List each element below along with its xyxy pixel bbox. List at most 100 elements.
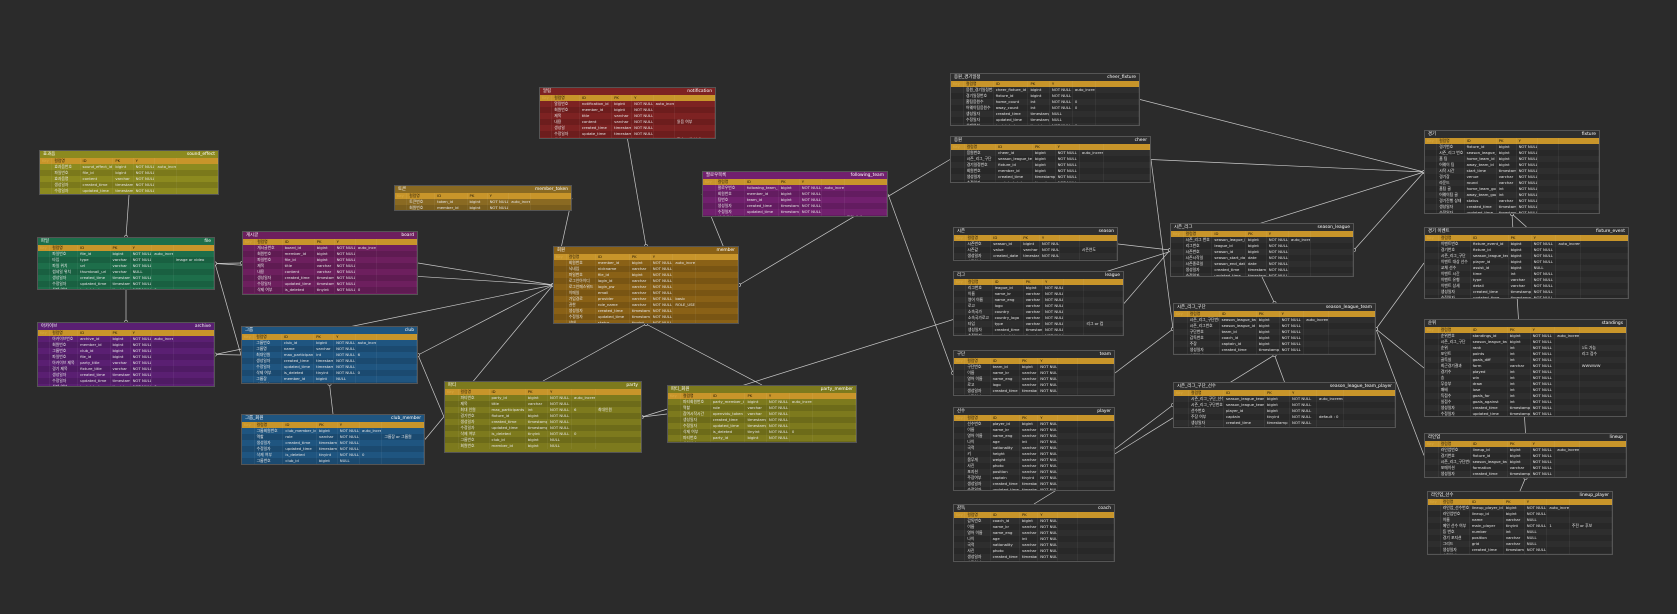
cell: 회원번호 xyxy=(681,441,711,442)
relation-line xyxy=(417,354,445,418)
cell: timestamp xyxy=(1021,259,1040,260)
cell: NOT NULL xyxy=(632,137,654,138)
table-file[interactable]: 파일 file Key 컬럼명 ID PK Y 파일번호 file_id bigint NOT NU… xyxy=(37,237,215,290)
cell: 수정일자 xyxy=(1439,411,1471,416)
cell: timestamp xyxy=(1024,333,1043,335)
table-season[interactable]: 시즌 season Key 컬럼명 ID PK Y 시즌번호 season_id bigint NO… xyxy=(953,227,1118,261)
cell xyxy=(360,464,382,465)
cell xyxy=(1171,273,1184,276)
relation-lines xyxy=(124,99,1528,505)
cell: file_id xyxy=(282,382,315,383)
table-lineup_player[interactable]: 라인업_선수 lineup_player Key 컬럼명 ID PK Y 라인업_선수번호 li… xyxy=(1427,491,1613,555)
table-header: 시즌_리그_구단 season_league_team xyxy=(1174,304,1375,311)
cell: timestamp xyxy=(1504,553,1525,554)
cell xyxy=(1174,426,1189,427)
cell: timestamp xyxy=(1248,273,1267,277)
cell: timestamp xyxy=(1022,487,1039,491)
table-header: 그룹 club xyxy=(242,327,417,334)
cell: updated_time xyxy=(1471,295,1509,298)
table-cheer[interactable]: 응원 cheer Key 컬럼명 ID PK Y 응원번호 cheer_id bigint NOT … xyxy=(950,136,1151,183)
table-club_member[interactable]: 그룹_회원 club_member Key 컬럼명 ID PK Y 그룹회원번호 club_me… xyxy=(241,414,425,465)
table-fixture[interactable]: 경기 fixture Key 컬럼명 ID PK Y 경기번호 fixture_id bigint… xyxy=(1424,130,1600,214)
cell: is_deleted xyxy=(283,287,315,293)
relation-line xyxy=(1274,354,1285,383)
table-board[interactable]: 게시글 board Key 컬럼명 ID PK Y 게시글번호 board_id bigint NO… xyxy=(242,231,418,295)
relation-line xyxy=(542,323,647,382)
cell xyxy=(790,441,813,442)
cell xyxy=(554,320,567,323)
table-member_token[interactable]: 토큰 member_token Key 컬럼명 ID PK Y 토큰번호 token_id big… xyxy=(394,185,572,211)
cell xyxy=(1556,295,1582,298)
table-fixture_event[interactable]: 경기 이벤트 fixture_event Key 컬럼명 ID PK Y 이벤트번호 fixtu… xyxy=(1424,227,1629,299)
table-cheer_fixture[interactable]: 응원_경기일정 cheer_fixture Key 컬럼명 ID PK Y 응원_경기일정번호… xyxy=(950,73,1140,126)
table-standings[interactable]: 순위 standings Key 컬럼명 ID PK Y 순위번호 standings_id bi… xyxy=(1424,319,1627,417)
cell: NOT NULL xyxy=(1531,411,1556,416)
table-party[interactable]: 파티 party Key 컬럼명 ID PK Y 파티번호 party_id bigint NOT … xyxy=(444,381,642,453)
cell xyxy=(356,382,378,383)
cell: NOT NULL xyxy=(1040,259,1060,260)
cell xyxy=(1344,426,1395,427)
table-season_league_team[interactable]: 시즌_리그_구단 season_league_team Key 컬럼명 ID PK Y 시즌_… xyxy=(1173,303,1376,355)
table-sound_effect[interactable]: 효과음 sound_effect Key 컬럼명 ID PK Y 효과음번호 sound_eff… xyxy=(39,150,219,195)
cell: updated_time xyxy=(1224,426,1265,427)
table-english-name: fixture xyxy=(1581,131,1596,137)
cell: 수정일자 xyxy=(965,394,991,395)
cell: NOT NULL xyxy=(336,287,356,293)
table-member[interactable]: 회원 member Key 컬럼명 ID PK Y 회원번호 member_id bigint NO… xyxy=(553,246,739,324)
column-row: 회원번호member_idbigintNULL xyxy=(445,443,641,449)
table-team[interactable]: 구단 team Key 컬럼명 ID PK Y 구단번호 team_id bigint NOT NU… xyxy=(953,350,1115,396)
table-english-name: season_league_team xyxy=(1325,304,1372,310)
cell: status xyxy=(580,137,613,138)
cell xyxy=(703,215,716,216)
cell: is_deleted xyxy=(745,215,779,216)
column-row: 수정일자updated_datetimestampNOT NULL xyxy=(954,259,1117,260)
cell: is_deleted xyxy=(78,287,111,289)
cell: timestamp xyxy=(1033,180,1056,182)
cell xyxy=(954,333,966,335)
cell: tinyint xyxy=(113,194,133,195)
table-header: 게시글 board xyxy=(243,232,417,239)
table-archive[interactable]: 아카이브 archive Key 컬럼명 ID PK Y 아카이브번호 archive_id bi… xyxy=(37,322,215,387)
table-english-name: season_league_team_player xyxy=(1329,383,1392,389)
table-notification[interactable]: 알림 notification Key 컬럼명 ID PK Y 알림번호 notificatio… xyxy=(539,87,716,139)
table-header: 리그 league xyxy=(954,272,1123,279)
table-header: 라인업 lineup xyxy=(1425,434,1626,441)
cell: 삭제 여부 xyxy=(50,287,79,289)
table-club[interactable]: 그룹 club Key 컬럼명 ID PK Y 그룹번호 club_id bigint NOT NU… xyxy=(241,326,418,384)
table-league[interactable]: 리그 league Key 컬럼명 ID PK Y 리그번호 league_id bigint NO… xyxy=(953,271,1124,336)
relation-line xyxy=(1353,171,1425,251)
cell: updated_time xyxy=(1220,353,1257,354)
table-coach[interactable]: 감독 coach Key 컬럼명 ID PK Y 감독번호 coach_id bigint NOT … xyxy=(953,504,1115,562)
cell: 수정일자 xyxy=(1439,295,1472,298)
table-season_league_team_player[interactable]: 시즌_리그_구단_선수 season_league_team_player Key 컬… xyxy=(1173,382,1396,428)
table-following_team[interactable]: 팔로우목록 following_team Key 컬럼명 ID PK Y 팔로우번호 follo… xyxy=(702,171,888,217)
table-season_league[interactable]: 시즌_리그 season_league Key 컬럼명 ID PK Y 시즌_리그 번호 sea… xyxy=(1170,223,1354,277)
table-header: 회원 member xyxy=(554,247,738,254)
table-korean-name: 시즌_리그_구단 xyxy=(1177,304,1206,310)
cell: 삭제 여부 xyxy=(50,384,79,386)
cell xyxy=(572,443,596,449)
table-lineup[interactable]: 라인업 lineup Key 컬럼명 ID PK Y 라인업번호 lineup_id bigint… xyxy=(1424,433,1627,478)
cell xyxy=(951,180,965,182)
table-english-name: season_league xyxy=(1317,224,1350,230)
cell: updated_time xyxy=(1470,553,1504,554)
cell: member_id xyxy=(490,443,526,449)
table-english-name: following_team xyxy=(850,172,884,178)
cell: 0 xyxy=(822,215,845,216)
table-korean-name: 라인업_선수 xyxy=(1431,492,1454,498)
cell xyxy=(1538,210,1560,213)
cell: timestamp xyxy=(1020,560,1039,561)
table-player[interactable]: 선수 player Key 컬럼명 ID PK Y 선수번호 player_id bigint NO… xyxy=(953,407,1115,491)
cell: updated_time xyxy=(991,394,1020,395)
cell: member_id xyxy=(711,441,746,442)
cell: NOT NULL xyxy=(1043,333,1064,335)
table-header: 구단 team xyxy=(954,351,1114,358)
cell: 회원번호 xyxy=(459,443,490,449)
cell: timestamp xyxy=(1257,353,1280,354)
table-header: 순위 standings xyxy=(1425,320,1626,327)
cell: timestamp xyxy=(1498,210,1517,214)
table-party_member[interactable]: 파티_회원 party_member Key 컬럼명 ID PK Y 파티회원번호 party_… xyxy=(667,385,857,443)
cell: NOT NULL xyxy=(767,441,790,442)
table-korean-name: 효과음 xyxy=(43,151,56,157)
column-row: 수정일자updated_timetimestampNOT NULL xyxy=(1428,553,1612,554)
